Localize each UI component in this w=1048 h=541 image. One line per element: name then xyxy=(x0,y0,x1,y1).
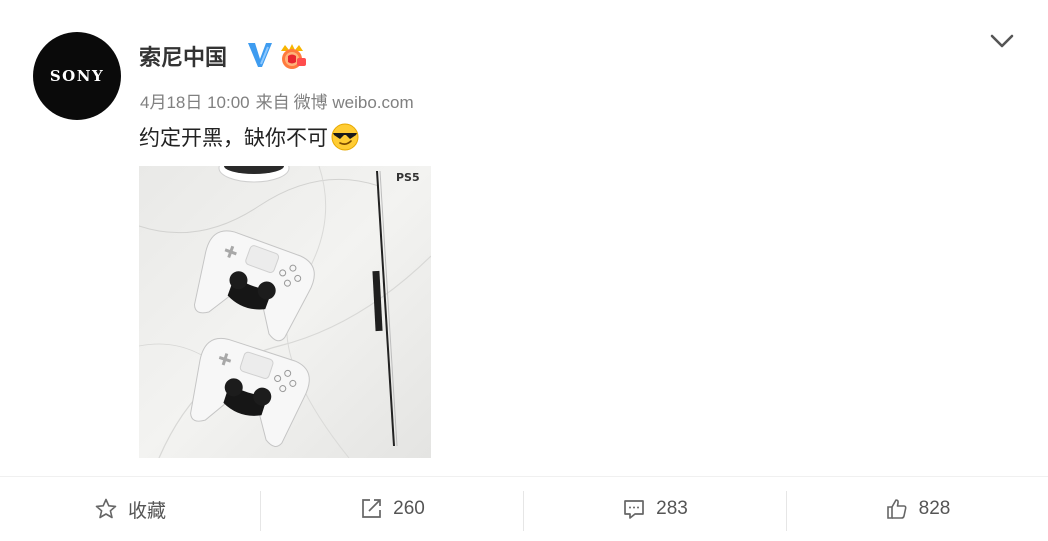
verified-v-icon xyxy=(248,43,272,67)
post-time[interactable]: 4月18日 10:00 xyxy=(140,93,250,112)
cool-sunglasses-emoji xyxy=(331,123,359,151)
author-name[interactable]: 索尼中国 xyxy=(139,40,227,72)
avatar[interactable]: SONY xyxy=(33,32,121,120)
like-button[interactable]: 828 xyxy=(787,477,1048,541)
like-count: 828 xyxy=(918,498,951,519)
post-text: 约定开黑，缺你不可 xyxy=(139,127,328,150)
comment-icon xyxy=(624,500,644,519)
thumbs-up-icon xyxy=(886,499,907,519)
post-source[interactable]: 微博 weibo.com xyxy=(294,93,414,112)
action-bar: 收藏 260 283 828 xyxy=(0,476,1048,541)
source-prefix: 来自 xyxy=(255,93,290,112)
star-icon xyxy=(95,498,117,519)
vip-badge-icon[interactable] xyxy=(277,42,307,70)
chevron-down-icon[interactable] xyxy=(989,31,1015,51)
repost-button[interactable]: 260 xyxy=(261,477,523,541)
post-meta: 4月18日 10:00 来自 微博 weibo.com xyxy=(140,88,420,113)
favorite-button[interactable]: 收藏 xyxy=(0,477,260,541)
post-content: 约定开黑，缺你不可 xyxy=(139,122,360,152)
favorite-label: 收藏 xyxy=(127,500,166,522)
repost-count: 260 xyxy=(393,498,425,519)
avatar-logo-text: SONY xyxy=(49,67,105,85)
svg-text:PS5: PS5 xyxy=(396,171,420,184)
comment-count: 283 xyxy=(656,498,688,519)
ps5-controllers-photo: PS5 xyxy=(139,166,431,458)
comment-button[interactable]: 283 xyxy=(524,477,786,541)
share-icon xyxy=(362,499,381,518)
post-image[interactable]: PS5 xyxy=(139,166,431,458)
